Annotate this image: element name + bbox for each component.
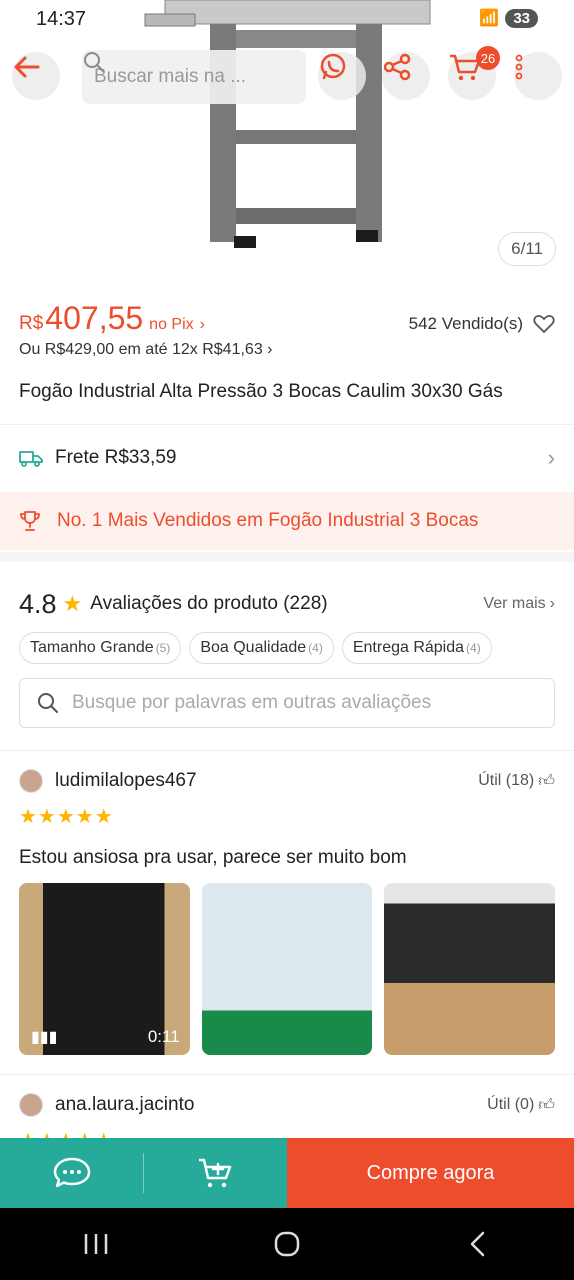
review-tag-label: Entrega Rápida [352, 639, 465, 656]
video-duration: 0:11 [147, 1027, 180, 1046]
review-username: ana.laura.jacinto [55, 1094, 195, 1115]
divider [0, 1074, 574, 1075]
status-icons: 📶 33 [479, 8, 538, 28]
chevron-right-icon: › [199, 316, 205, 333]
review-stars: ★★★★★ [19, 806, 114, 828]
search-placeholder: Buscar mais na ... [94, 66, 247, 87]
video-icon: ▮▮▮ [31, 1029, 58, 1046]
add-to-cart-button[interactable] [144, 1138, 287, 1208]
review-search-input[interactable]: Busque por palavras em outras avaliações [19, 678, 555, 728]
product-image-gallery[interactable]: 14:37 📶 33 Buscar mais na ... 26 6/11 [0, 0, 574, 280]
review-photo[interactable] [201, 883, 373, 1055]
reviews-title: Avaliações do produto (228) [90, 593, 328, 614]
review-tag[interactable]: Boa Qualidade (4) [189, 632, 334, 664]
status-time: 14:37 [36, 8, 87, 30]
review-text: Estou ansiosa pra usar, parece ser muito… [19, 847, 407, 868]
status-bar: 14:37 📶 33 [0, 0, 574, 38]
avatar [19, 1093, 43, 1117]
search-icon [84, 52, 104, 72]
pix-label: no Pix [149, 316, 194, 333]
reviews-section: 4.8 ★ Avaliações do produto (228) Ver ma… [0, 568, 574, 728]
review-tag-count: (5) [155, 641, 171, 655]
product-title: Fogão Industrial Alta Pressão 3 Bocas Ca… [19, 381, 503, 402]
installments-text: Ou R$429,00 em até 12x R$41,63 [19, 341, 263, 358]
more-options-button[interactable] [514, 52, 562, 100]
battery-indicator: 33 [505, 8, 538, 28]
shipping-row[interactable]: Frete R$33,59 › [0, 432, 574, 484]
buy-now-button[interactable]: Compre agora [287, 1138, 574, 1208]
price-value: 407,55 [45, 300, 144, 336]
helpful-button[interactable]: Útil (0) 👍︎ [487, 1096, 555, 1115]
ranking-label: No. 1 Mais Vendidos em Fogão Industrial … [57, 510, 479, 531]
whatsapp-share-button[interactable] [318, 52, 366, 100]
share-button[interactable] [382, 52, 430, 100]
ranking-banner[interactable]: No. 1 Mais Vendidos em Fogão Industrial … [0, 492, 574, 550]
review-stars: ★★★★★ [19, 1128, 555, 1138]
review-photo[interactable] [384, 883, 556, 1055]
action-bar: Compre agora [0, 1138, 574, 1208]
wifi-icon: 📶 [479, 10, 500, 27]
image-counter: 6/11 [498, 232, 556, 266]
back-icon[interactable] [463, 1229, 493, 1259]
shipping-label: Frete R$33,59 [55, 447, 177, 468]
back-button[interactable] [12, 52, 60, 100]
chevron-right-icon: › [267, 341, 273, 358]
whatsapp-icon [320, 53, 346, 80]
arrow-left-icon [14, 56, 40, 78]
chevron-right-icon: › [547, 445, 555, 470]
divider [0, 750, 574, 751]
share-icon [383, 53, 411, 81]
see-more-link[interactable]: Ver mais › [483, 595, 555, 613]
trophy-icon [20, 511, 40, 531]
sold-info: 542 Vendido(s) [409, 314, 555, 334]
see-more-label: Ver mais [483, 595, 546, 612]
system-nav-bar [0, 1208, 574, 1280]
thumbs-up-icon: 👍︎ [538, 772, 555, 790]
review-tag-label: Boa Qualidade [200, 639, 307, 656]
price-block[interactable]: R$ 407,55 no Pix › [19, 300, 205, 337]
review-item: ana.laura.jacinto Útil (0) 👍︎ ★★★★★ [0, 1090, 574, 1138]
home-icon[interactable] [272, 1229, 302, 1259]
add-to-cart-icon [198, 1158, 231, 1188]
helpful-label: Útil (18) [478, 772, 535, 789]
thumbs-up-icon: 👍︎ [538, 1096, 555, 1114]
cart-button[interactable]: 26 [448, 46, 500, 100]
divider [0, 424, 574, 425]
rating-value: 4.8 [19, 588, 57, 619]
review-tag-count: (4) [308, 641, 323, 655]
helpful-label: Útil (0) [487, 1096, 535, 1113]
section-gap [0, 552, 574, 562]
review-media: ▮▮▮ 0:11 [19, 883, 556, 1055]
search-icon [38, 693, 58, 713]
sold-count: 542 Vendido(s) [408, 314, 523, 333]
review-tag-count: (4) [466, 641, 481, 655]
more-vertical-icon [515, 54, 523, 80]
installments-link[interactable]: Ou R$429,00 em até 12x R$41,63 › [19, 341, 555, 359]
recent-apps-icon[interactable] [81, 1230, 111, 1258]
chevron-right-icon: › [549, 595, 555, 612]
star-icon: ★ [62, 591, 83, 616]
review-tags: Tamanho Grande (5) Boa Qualidade (4) Entre… [19, 632, 555, 664]
review-tag-label: Tamanho Grande [30, 639, 154, 656]
truck-icon [19, 451, 43, 467]
heart-icon[interactable] [533, 314, 555, 334]
price-section: R$ 407,55 no Pix › 542 Vendido(s) Ou R$4… [0, 300, 574, 424]
helpful-button[interactable]: Útil (18) 👍︎ [478, 772, 555, 791]
review-video-thumbnail[interactable]: ▮▮▮ 0:11 [19, 883, 190, 1055]
top-bar: Buscar mais na ... 26 [0, 46, 574, 106]
review-search-placeholder: Busque por palavras em outras avaliações [72, 692, 432, 713]
search-input[interactable]: Buscar mais na ... [82, 50, 306, 104]
product-image [144, 0, 431, 248]
price-currency: R$ [19, 313, 44, 334]
cart-count-badge: 26 [476, 46, 500, 70]
avatar [19, 769, 43, 793]
review-tag[interactable]: Tamanho Grande (5) [19, 632, 182, 664]
review-username: ludimilalopes467 [55, 770, 197, 791]
review-tag[interactable]: Entrega Rápida (4) [341, 632, 492, 664]
chat-button[interactable] [0, 1138, 143, 1208]
chat-icon [53, 1157, 90, 1188]
review-item: ludimilalopes467 Útil (18) 👍︎ ★★★★★ Esto… [0, 766, 574, 1055]
